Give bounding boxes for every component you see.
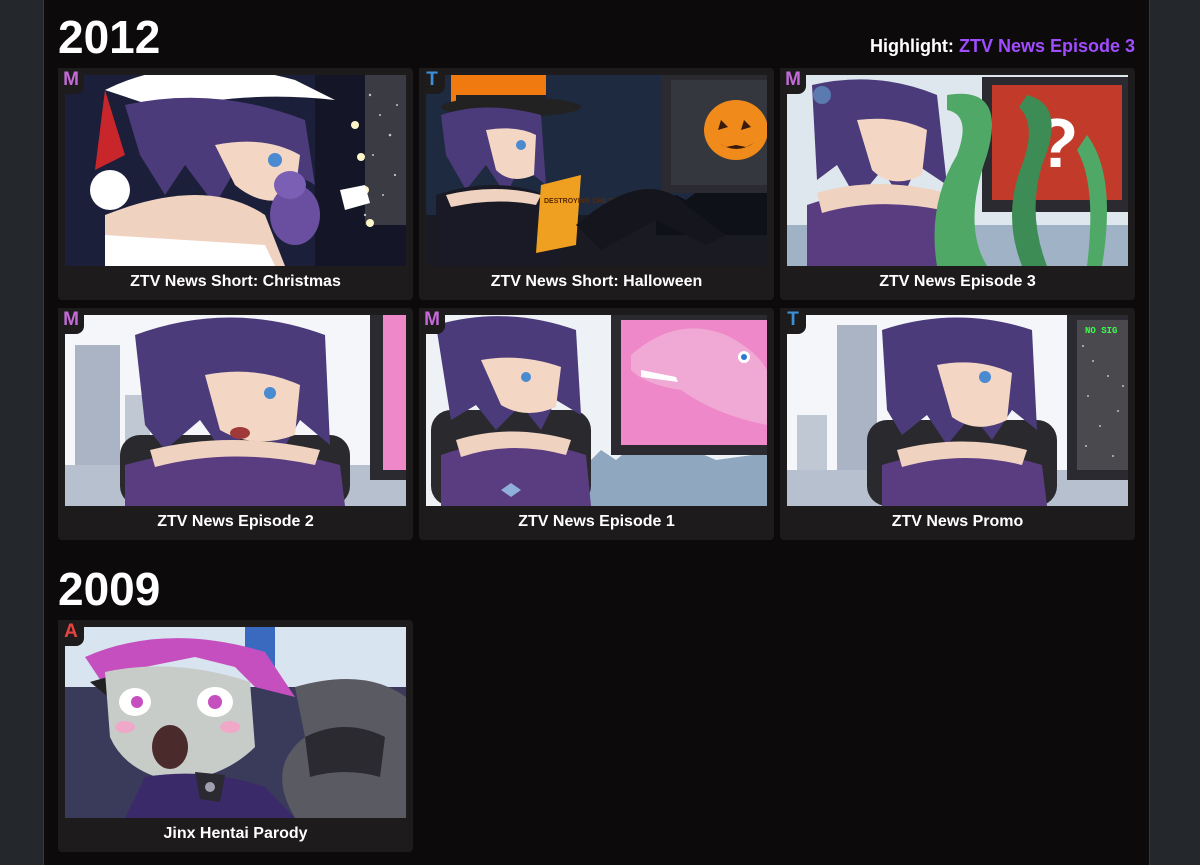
thumbnail-episode-1[interactable] bbox=[426, 315, 767, 506]
rating-badge: T bbox=[780, 308, 806, 334]
video-title[interactable]: ZTV News Episode 2 bbox=[58, 513, 413, 531]
rating-badge: M bbox=[58, 308, 84, 334]
video-title[interactable]: ZTV News Short: Halloween bbox=[419, 273, 774, 291]
thumbnail-halloween[interactable]: DESTROYING CHILDHOOD bbox=[426, 75, 767, 266]
right-gutter bbox=[1150, 0, 1200, 865]
video-card-christmas[interactable]: M ZTV News Short: Christmas bbox=[58, 68, 413, 300]
highlight-label: Highlight: bbox=[869, 36, 954, 56]
no-signal-text: NO SIG bbox=[1085, 326, 1117, 336]
highlight-link[interactable]: ZTV News Episode 3 bbox=[959, 36, 1135, 56]
video-card-jinx[interactable]: A Jinx Hentai Parody bbox=[58, 620, 413, 852]
rating-badge: A bbox=[58, 620, 84, 646]
thumbnail-christmas[interactable] bbox=[65, 75, 406, 266]
page: 2012 Highlight: ZTV News Episode 3 M ZTV… bbox=[0, 0, 1200, 865]
video-title[interactable]: Jinx Hentai Parody bbox=[58, 825, 413, 843]
video-title[interactable]: ZTV News Promo bbox=[780, 513, 1135, 531]
year-heading-2012: 2012 bbox=[58, 11, 161, 63]
thumbnail-promo[interactable]: NO SIG bbox=[787, 315, 1128, 506]
rating-badge: T bbox=[419, 68, 445, 94]
thumbnail-episode-3[interactable]: ? bbox=[787, 75, 1128, 266]
thumbnail-jinx[interactable] bbox=[65, 627, 406, 818]
video-title[interactable]: ZTV News Episode 1 bbox=[419, 513, 774, 531]
video-card-episode-1[interactable]: M ZTV News Episode 1 bbox=[419, 308, 774, 540]
video-card-promo[interactable]: T NO SIG ZTV News Promo bbox=[780, 308, 1135, 540]
video-card-episode-2[interactable]: M ZTV News Episode 2 bbox=[58, 308, 413, 540]
rating-badge: M bbox=[58, 68, 84, 94]
highlight-line: Highlight: ZTV News Episode 3 bbox=[870, 36, 1135, 57]
rating-badge: M bbox=[780, 68, 806, 94]
video-title[interactable]: ZTV News Episode 3 bbox=[780, 273, 1135, 291]
video-card-episode-3[interactable]: M ? ZTV News Episode 3 bbox=[780, 68, 1135, 300]
video-card-halloween[interactable]: T DESTROYING CHILDHOOD ZTV News Short: H… bbox=[419, 68, 774, 300]
gallery-panel: 2012 Highlight: ZTV News Episode 3 M ZTV… bbox=[43, 0, 1150, 865]
year-heading-2009: 2009 bbox=[58, 563, 161, 615]
thumbnail-episode-2[interactable] bbox=[65, 315, 406, 506]
left-gutter bbox=[0, 0, 43, 865]
video-title[interactable]: ZTV News Short: Christmas bbox=[58, 273, 413, 291]
rating-badge: M bbox=[419, 308, 445, 334]
